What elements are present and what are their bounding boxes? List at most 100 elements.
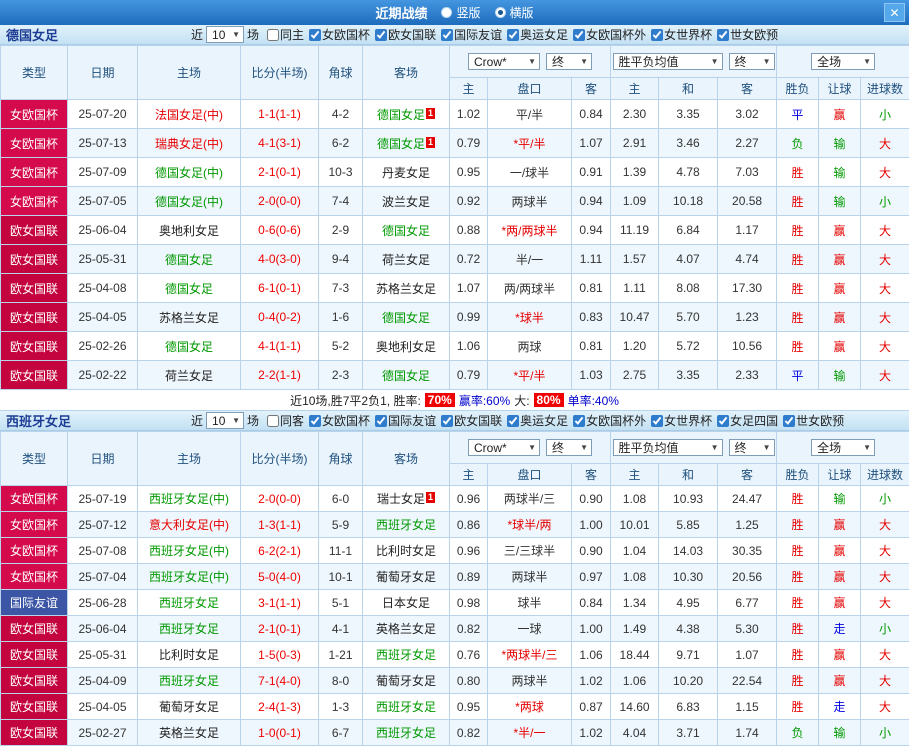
odds-away-cell: 0.84 (570, 99, 612, 129)
avg-time-select[interactable]: 终 ▼ (728, 53, 775, 70)
period-select[interactable]: 全场 ▼ (811, 439, 876, 456)
odds-time-select[interactable]: 终 ▼ (546, 439, 593, 456)
competition-checkbox[interactable] (573, 414, 586, 427)
competition-filter[interactable]: 女欧国杯外 (573, 26, 646, 43)
competition-badge: 欧女国联 (0, 273, 68, 303)
score-cell: 2-2(1-1) (240, 360, 319, 390)
same-venue-filter[interactable]: 同客 (267, 412, 304, 429)
competition-checkbox[interactable] (717, 414, 730, 427)
result-handicap-cell: 赢 (818, 589, 862, 616)
competition-filter[interactable]: 奥运女足 (507, 412, 568, 429)
result-handicap-cell: 赢 (818, 244, 862, 274)
match-row: 女欧国杯 25-07-05 德国女足(中) 2-0(0-0) 7-4 波兰女足 … (0, 186, 909, 216)
col-odds-home: 主 (449, 77, 488, 100)
home-team-name: 葡萄牙女足 (158, 700, 219, 714)
result-handicap-cell: 输 (818, 485, 862, 512)
competition-checkbox[interactable] (507, 28, 520, 41)
competition-filter[interactable]: 世女欧预 (717, 26, 778, 43)
odds-away-cell: 1.11 (570, 244, 612, 274)
same-venue-filter[interactable]: 同主 (267, 26, 304, 43)
away-team-name: 葡萄牙女足 (375, 674, 436, 688)
period-select[interactable]: 全场 ▼ (811, 53, 876, 70)
competition-filter[interactable]: 奥运女足 (507, 26, 568, 43)
odds-home-cell: 0.95 (449, 693, 488, 720)
match-rows: 女欧国杯 25-07-19 西班牙女足(中) 2-0(0-0) 6-0 瑞士女足… (0, 485, 909, 746)
avg-home-cell: 1.34 (610, 589, 660, 616)
recent-count-select[interactable]: 10 ▼ (206, 26, 245, 43)
corners-cell: 5-2 (318, 331, 363, 361)
avg-away-cell: 20.56 (717, 563, 778, 590)
odds-company-select[interactable]: Crow* ▼ (468, 439, 541, 456)
home-team-name: 西班牙女足 (158, 596, 219, 610)
same-venue-checkbox[interactable] (267, 414, 280, 427)
odds-time-value: 终 (552, 55, 565, 69)
col-date: 日期 (67, 45, 138, 100)
result-goals-cell: 小 (860, 99, 909, 129)
competition-filter[interactable]: 欧女国联 (441, 412, 502, 429)
competition-checkbox[interactable] (651, 28, 664, 41)
competition-checkbox[interactable] (507, 414, 520, 427)
competition-badge: 女欧国杯 (0, 511, 68, 538)
competition-filter[interactable]: 女足四国 (717, 412, 778, 429)
odds-away-cell: 1.06 (570, 641, 612, 668)
away-team-cell: 波兰女足 (362, 186, 450, 216)
competition-badge: 欧女国联 (0, 302, 68, 332)
close-button[interactable]: ✕ (884, 3, 905, 22)
competition-filter[interactable]: 女世界杯 (651, 412, 712, 429)
competition-checkbox[interactable] (441, 414, 454, 427)
competition-checkbox[interactable] (651, 414, 664, 427)
radio-icon[interactable] (441, 7, 453, 18)
period-value: 全场 (817, 55, 842, 69)
competition-label: 欧女国联 (454, 414, 503, 428)
competition-filter[interactable]: 女欧国杯外 (573, 412, 646, 429)
competition-filter[interactable]: 女欧国杯 (309, 26, 370, 43)
close-icon: ✕ (889, 5, 900, 20)
home-team-name: 苏格兰女足 (158, 310, 219, 325)
competition-filter[interactable]: 世女欧预 (783, 412, 844, 429)
competition-checkbox[interactable] (375, 414, 388, 427)
corners-cell: 4-1 (318, 615, 363, 642)
competition-filter[interactable]: 女欧国杯 (309, 412, 370, 429)
avg-odds-select[interactable]: 胜平负均值 ▼ (612, 439, 723, 456)
competition-checkbox[interactable] (783, 414, 796, 427)
match-row: 女欧国杯 25-07-12 意大利女足(中) 1-3(1-1) 5-9 西班牙女… (0, 511, 909, 538)
competition-filter[interactable]: 欧女国联 (375, 26, 436, 43)
recent-count-select[interactable]: 10 ▼ (206, 412, 245, 429)
odds-time-select[interactable]: 终 ▼ (546, 53, 593, 70)
chevron-down-icon: ▼ (528, 443, 537, 452)
avg-odds-select[interactable]: 胜平负均值 ▼ (612, 53, 723, 70)
competition-filter[interactable]: 国际友谊 (375, 412, 436, 429)
odds-away-cell: 0.81 (570, 273, 612, 303)
match-date: 25-06-04 (67, 615, 138, 642)
avg-home-cell: 1.49 (610, 615, 660, 642)
avg-home-cell: 2.75 (610, 360, 660, 390)
competition-checkbox[interactable] (309, 414, 322, 427)
corners-cell: 9-4 (318, 244, 363, 274)
radio-selected-icon[interactable] (494, 7, 506, 18)
avg-home-cell: 11.19 (610, 215, 660, 245)
col-avg-away: 客 (717, 77, 778, 100)
layout-radio-horizontal[interactable]: 横版 (494, 4, 534, 21)
score-cell: 2-0(0-0) (240, 186, 319, 216)
competition-checkbox[interactable] (309, 28, 322, 41)
match-row: 欧女国联 25-02-22 荷兰女足 2-2(1-1) 2-3 德国女足 0.7… (0, 360, 909, 390)
same-venue-checkbox[interactable] (267, 28, 280, 41)
sections-container: 德国女足 近 10 ▼ 场 同主 女欧国杯 欧女国联 国际友谊 奥运女足 女欧国杯外 女世… (0, 25, 909, 746)
score-cell: 5-0(4-0) (240, 563, 319, 590)
competition-checkbox[interactable] (441, 28, 454, 41)
competition-checkbox[interactable] (573, 28, 586, 41)
result-wdl-cell: 胜 (776, 589, 820, 616)
avg-draw-cell: 8.08 (658, 273, 719, 303)
away-team-name: 瑞士女足 (376, 492, 425, 506)
competition-filter[interactable]: 女世界杯 (651, 26, 712, 43)
competition-checkbox[interactable] (375, 28, 388, 41)
competition-checkbox[interactable] (717, 28, 730, 41)
odds-company-select[interactable]: Crow* ▼ (468, 53, 541, 70)
competition-filter[interactable]: 国际友谊 (441, 26, 502, 43)
match-rows: 女欧国杯 25-07-20 法国女足(中) 1-1(1-1) 4-2 德国女足 1… (0, 99, 909, 390)
home-team-cell: 德国女足(中) (137, 186, 241, 216)
layout-radio-vertical[interactable]: 竖版 (441, 4, 481, 21)
home-team-cell: 意大利女足(中) (137, 511, 241, 538)
avg-time-select[interactable]: 终 ▼ (728, 439, 775, 456)
avg-away-cell: 1.74 (717, 719, 778, 746)
